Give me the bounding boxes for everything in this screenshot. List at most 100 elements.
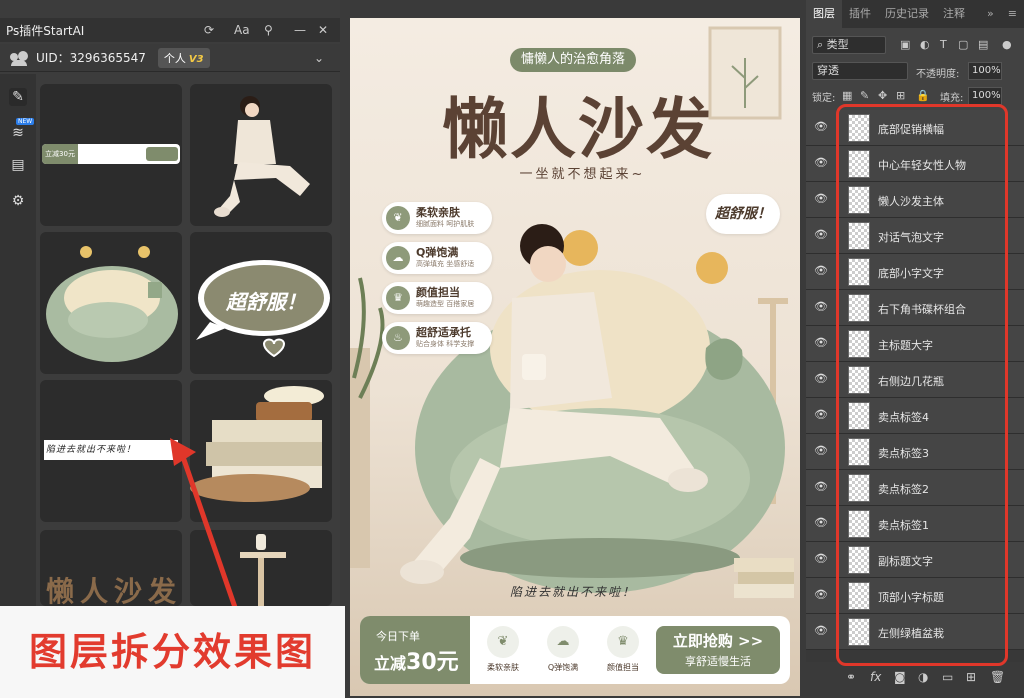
layer-highlight-box: [836, 104, 1008, 666]
buy-now-button[interactable]: 立即抢购 >> 享舒适慢生活: [656, 626, 780, 674]
new-layer-icon[interactable]: ⊞: [966, 670, 976, 684]
crown-icon: ♛: [607, 626, 639, 658]
main-title: 懒人沙发: [442, 90, 714, 168]
selling-point-2: ☁ Q弹饱满 高弹填充 坐感舒适: [382, 242, 492, 274]
scribble-text: 陷进去就出不来啦！: [510, 585, 637, 599]
promo-feature-label: 柔软亲肤: [487, 663, 519, 672]
selling-point-3: ♛ 颜值担当 萌趣造型 百搭家居: [382, 282, 492, 314]
opacity-input[interactable]: 100%: [968, 62, 1002, 80]
eye-icon[interactable]: 👁: [814, 228, 828, 242]
lock-bar: 锁定: ▦ ✎ ✥ ⊞ 🔒 填充: 100%: [806, 86, 1024, 106]
eye-icon[interactable]: 👁: [814, 480, 828, 494]
thumb-sofa[interactable]: [40, 232, 182, 374]
plan-label: 个人: [163, 51, 186, 65]
selling-point-sub: 贴合身体 科学支撑: [416, 340, 475, 348]
eye-icon[interactable]: 👁: [814, 336, 828, 350]
speech-bubble: 超舒服！: [706, 194, 780, 234]
thumb-banner-cta: [146, 147, 178, 161]
filter-toggle-icon[interactable]: ●: [1002, 38, 1012, 51]
thumb-banner[interactable]: 立减30元: [40, 84, 182, 226]
shape-filter-icon[interactable]: ▢: [958, 38, 968, 51]
lock-paint-icon[interactable]: ✎: [860, 89, 869, 102]
pin-icon[interactable]: ⚲: [264, 23, 273, 37]
minimize-icon[interactable]: —: [294, 23, 306, 37]
selling-point-title: 超舒适承托: [416, 326, 471, 339]
overlay-caption: 图层拆分效果图: [0, 606, 345, 698]
lock-move-icon[interactable]: ✥: [878, 89, 887, 102]
layer-filter-bar: ⌕ 类型 ▣ ◐ T ▢ ▤ ●: [806, 32, 1024, 58]
promo-feature-3: ♛ 颜值担当: [594, 626, 652, 673]
subtitle: 一坐就不想起来~: [519, 167, 646, 182]
leaf-icon: ❦: [487, 626, 519, 658]
eye-icon[interactable]: 👁: [814, 192, 828, 206]
eye-icon[interactable]: 👁: [814, 408, 828, 422]
buy-now-sub: 享舒适慢生活: [685, 655, 751, 668]
sofa-image: [46, 246, 178, 362]
document-canvas[interactable]: 慵懒人的治愈角落 懒人沙发 一坐就不想起来~ ❦ 柔软亲肤 细腻面料 呵护肌肤 …: [350, 18, 800, 696]
adjustment-icon[interactable]: ◑: [918, 670, 928, 684]
buy-now-label: 立即抢购 >>: [672, 632, 764, 650]
lock-artboard-icon[interactable]: ⊞: [896, 89, 905, 102]
pen-icon[interactable]: ✎: [9, 88, 27, 106]
promo-feature-label: Q弹饱满: [547, 663, 579, 672]
eye-icon[interactable]: 👁: [814, 120, 828, 134]
eye-icon[interactable]: 👁: [814, 552, 828, 566]
close-icon[interactable]: ✕: [318, 23, 328, 37]
eye-icon[interactable]: 👁: [814, 516, 828, 530]
cloud-icon: ☁: [547, 626, 579, 658]
chevron-down-icon[interactable]: ⌄: [314, 51, 324, 65]
blend-mode-select[interactable]: 穿透: [812, 62, 908, 80]
plan-tier: V3: [188, 53, 204, 65]
support-icon: ♨: [386, 326, 410, 350]
trash-icon[interactable]: 🗑: [990, 670, 1005, 684]
promo-feature-1: ❦ 柔软亲肤: [474, 626, 532, 673]
panel-expand-icon[interactable]: »: [980, 0, 1001, 28]
promo-amount: 立减30元: [374, 644, 459, 676]
eye-icon[interactable]: 👁: [814, 264, 828, 278]
tab-plugins[interactable]: 插件: [842, 0, 878, 28]
image-filter-icon[interactable]: ▣: [900, 38, 910, 51]
font-icon[interactable]: Aa: [234, 23, 250, 37]
eye-icon[interactable]: 👁: [814, 300, 828, 314]
folder-icon[interactable]: ▭: [942, 670, 953, 684]
plan-badge[interactable]: 个人 V3: [157, 47, 210, 68]
cloud-icon: ☁: [386, 246, 410, 270]
user-bar: UID：3296365547 个人 V3 ⌄: [0, 44, 340, 72]
adjustment-filter-icon[interactable]: ◐: [920, 38, 930, 51]
tab-layers[interactable]: 图层: [806, 0, 842, 28]
smart-filter-icon[interactable]: ▤: [978, 38, 988, 51]
eye-icon[interactable]: 👁: [814, 372, 828, 386]
selling-point-sub: 细腻面料 呵护肌肤: [416, 220, 475, 228]
annotation-arrow: [170, 438, 241, 617]
lock-pixels-icon[interactable]: ▦: [842, 89, 852, 102]
eye-icon[interactable]: 👁: [814, 444, 828, 458]
users-icon: [10, 50, 28, 66]
fill-input[interactable]: 100%: [968, 87, 1002, 105]
eye-icon[interactable]: 👁: [814, 156, 828, 170]
lock-all-icon[interactable]: 🔒: [916, 89, 930, 102]
thumb-bubble[interactable]: 超舒服！: [190, 232, 332, 374]
mask-icon[interactable]: ◙: [894, 670, 906, 684]
layers-icon[interactable]: ≋: [9, 124, 27, 142]
panel-menu-icon[interactable]: ≡: [1001, 0, 1024, 28]
plugin-title: Ps插件StartAI: [6, 23, 85, 38]
selling-point-sub: 萌趣造型 百搭家居: [416, 300, 475, 308]
promo-amount-value: 30元: [406, 650, 459, 675]
tab-history[interactable]: 历史记录: [878, 0, 936, 28]
woman-figure-image: [214, 96, 310, 217]
kind-select[interactable]: ⌕ 类型: [812, 36, 886, 54]
gear-icon[interactable]: ⚙: [9, 192, 27, 210]
tab-notes[interactable]: 注释: [936, 0, 972, 28]
refresh-icon[interactable]: ⟳: [204, 23, 214, 37]
thumb-woman[interactable]: [190, 84, 332, 226]
document-icon[interactable]: ▤: [9, 156, 27, 174]
eye-icon[interactable]: 👁: [814, 588, 828, 602]
thumb-bubble-text: 超舒服！: [226, 290, 306, 314]
promo-today: 今日下单: [376, 630, 420, 643]
eye-icon[interactable]: 👁: [814, 624, 828, 638]
link-icon[interactable]: ⚭: [846, 670, 856, 684]
fill-label: 填充:: [940, 93, 964, 104]
type-filter-icon[interactable]: T: [940, 38, 947, 51]
promo-feature-2: ☁ Q弹饱满: [534, 626, 592, 673]
fx-icon[interactable]: fx: [870, 670, 881, 684]
